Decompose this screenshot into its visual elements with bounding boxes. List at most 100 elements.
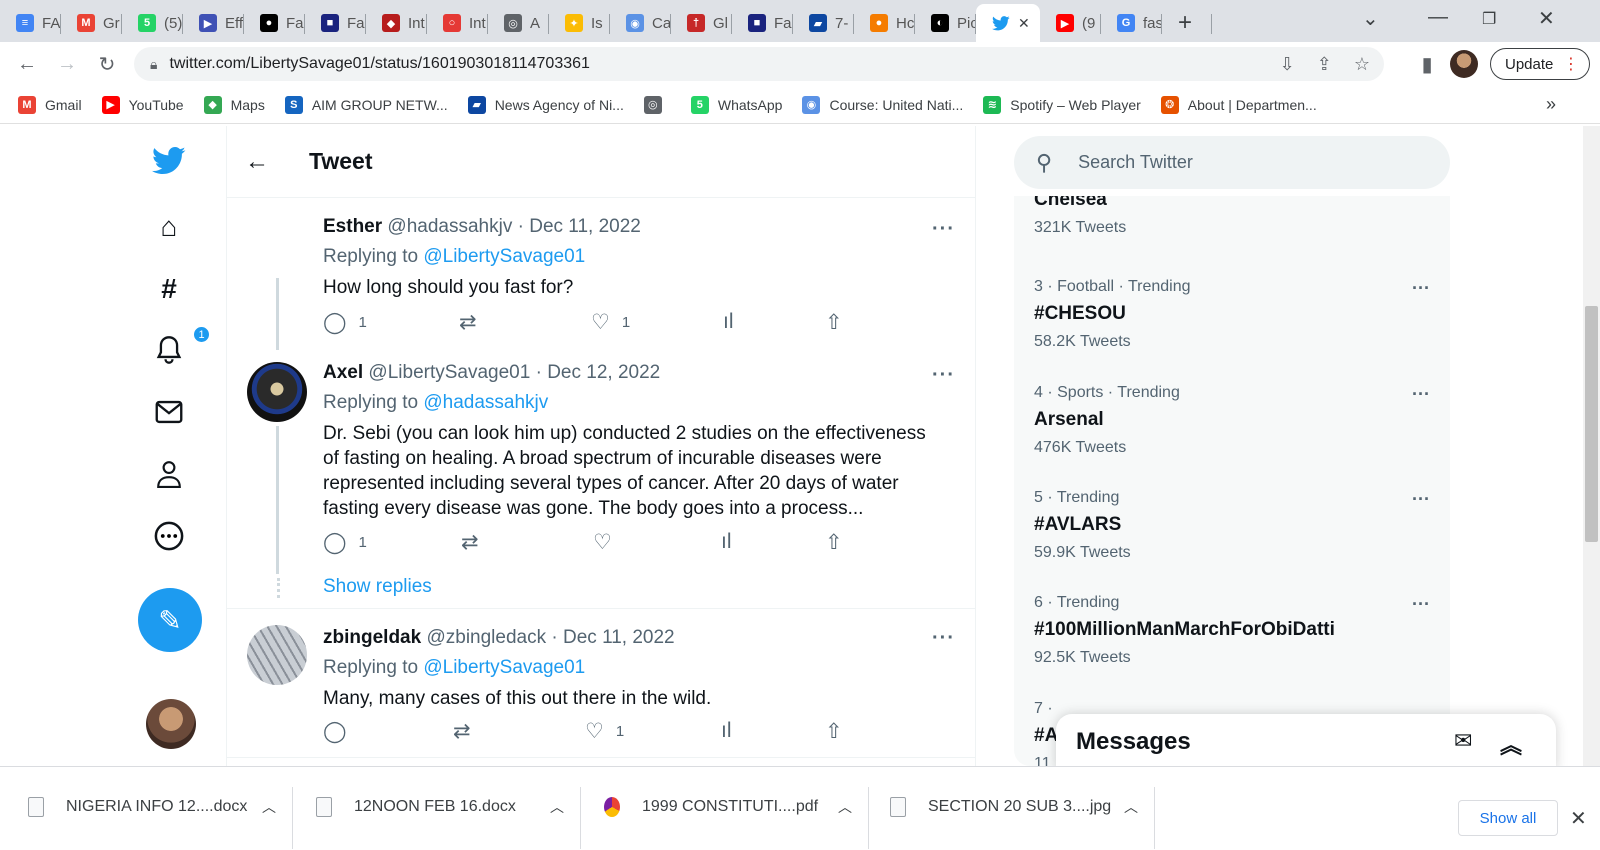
bookmark-item[interactable]: ❂ About | Departmen...: [1160, 95, 1317, 114]
address-bar[interactable]: 🔒︎ twitter.com/LibertySavage01/status/16…: [134, 47, 1384, 81]
install-icon[interactable]: ⇩: [1280, 54, 1295, 75]
views-button[interactable]: ıl: [721, 530, 732, 554]
bookmark-item[interactable]: ▶ YouTube: [101, 95, 184, 114]
tab-search-chevron-icon[interactable]: ⌄: [1362, 6, 1379, 31]
twitter-bird-icon[interactable]: [152, 144, 186, 178]
bookmark-item[interactable]: ◆ Maps: [203, 95, 265, 114]
messages-envelope-icon[interactable]: [152, 395, 186, 429]
chevron-up-icon[interactable]: ︿: [838, 797, 852, 817]
trend-item[interactable]: Chelsea 321K Tweets: [1034, 196, 1430, 237]
browser-tab[interactable]: ▰ 7-: [793, 4, 854, 42]
trend-item[interactable]: 3 · Football · Trending #CHESOU 58.2K Twee…: [1034, 278, 1430, 351]
like-button[interactable]: ♡ 1: [591, 310, 630, 335]
browser-tab[interactable]: M Gr: [61, 4, 122, 42]
back-arrow-icon[interactable]: ←: [8, 45, 46, 83]
browser-tab-active[interactable]: ✕: [976, 4, 1040, 42]
new-tab-button[interactable]: +: [1162, 4, 1212, 42]
browser-tab[interactable]: ≡ FA: [0, 4, 61, 42]
retweet-button[interactable]: ⇄: [461, 530, 479, 555]
trend-more-icon[interactable]: ···: [1412, 278, 1430, 299]
display-name[interactable]: Esther: [323, 216, 382, 237]
profile-person-icon[interactable]: [152, 457, 186, 491]
bookmark-item[interactable]: 5 WhatsApp: [690, 95, 782, 114]
reply-tweet-axel[interactable]: Axel @LibertySavage01 · Dec 12, 2022 Rep…: [227, 346, 975, 608]
timestamp[interactable]: Dec 12, 2022: [547, 362, 660, 383]
views-button[interactable]: ıl: [721, 719, 732, 743]
reply-tweet-zbingeldak[interactable]: zbingeldak @zbingledack · Dec 11, 2022 R…: [227, 608, 975, 758]
avatar[interactable]: F: [247, 214, 307, 274]
avatar[interactable]: [247, 362, 307, 422]
explore-hashtag-icon[interactable]: #: [152, 272, 186, 306]
reload-icon[interactable]: ↻: [88, 45, 126, 83]
bookmark-item[interactable]: M Gmail: [18, 95, 82, 114]
trend-more-icon[interactable]: ···: [1412, 489, 1430, 510]
url-text[interactable]: twitter.com/LibertySavage01/status/16019…: [169, 55, 589, 73]
tweet-more-icon[interactable]: ···: [932, 364, 955, 387]
views-button[interactable]: ıl: [723, 310, 734, 334]
avatar[interactable]: [247, 625, 307, 685]
collapse-up-icon[interactable]: ︽: [1500, 728, 1522, 760]
browser-tab[interactable]: ● Fa: [244, 4, 305, 42]
display-name[interactable]: zbingeldak: [323, 627, 421, 648]
profile-avatar[interactable]: [1450, 50, 1478, 78]
home-icon[interactable]: ⌂: [152, 210, 186, 244]
replying-to-link[interactable]: @LibertySavage01: [423, 657, 585, 678]
search-twitter-input[interactable]: ⚲ Search Twitter: [1014, 136, 1450, 189]
bookmark-item[interactable]: ≋ Spotify – Web Player: [983, 95, 1141, 114]
bookmark-item[interactable]: ◎: [643, 95, 671, 114]
bookmark-star-icon[interactable]: ☆: [1354, 54, 1370, 75]
download-item[interactable]: SECTION 20 SUB 3....jpg ︿: [890, 785, 1138, 829]
account-avatar[interactable]: [146, 699, 196, 749]
share-button[interactable]: ⇧: [825, 719, 843, 744]
browser-tab[interactable]: 5 (5): [122, 4, 183, 42]
browser-tab[interactable]: † Gl: [671, 4, 732, 42]
bookmark-item[interactable]: S AIM GROUP NETW...: [284, 95, 448, 114]
show-all-button[interactable]: Show all: [1458, 800, 1558, 836]
browser-tab[interactable]: ○ Int: [427, 4, 488, 42]
download-item[interactable]: NIGERIA INFO 12....docx ︿: [28, 785, 276, 829]
side-panel-icon[interactable]: ▮: [1408, 45, 1446, 83]
retweet-button[interactable]: ⇄: [453, 719, 471, 744]
bookmark-item[interactable]: ◉ Course: United Nati...: [802, 95, 963, 114]
new-message-icon[interactable]: ✉: [1454, 728, 1472, 754]
share-button[interactable]: ⇧: [825, 530, 843, 555]
browser-tab[interactable]: ✦ Is: [549, 4, 610, 42]
trend-item[interactable]: 5 · Trending #AVLARS 59.9K Tweets ···: [1034, 489, 1430, 562]
handle[interactable]: @hadassahkjv: [387, 216, 512, 237]
reply-tweet-esther[interactable]: F Esther @hadassahkjv · Dec 11, 2022 Rep…: [227, 198, 975, 350]
notifications-bell-icon[interactable]: 1: [152, 325, 211, 367]
timestamp[interactable]: Dec 11, 2022: [563, 627, 675, 648]
chevron-up-icon[interactable]: ︿: [1124, 797, 1138, 817]
trend-item[interactable]: 6 · Trending #100MillionManMarchForObiDat…: [1034, 594, 1430, 667]
forward-arrow-icon[interactable]: →: [48, 45, 86, 83]
scrollbar-thumb[interactable]: [1585, 306, 1598, 542]
trend-more-icon[interactable]: ···: [1412, 594, 1430, 615]
close-downloads-icon[interactable]: ✕: [1570, 806, 1587, 831]
retweet-button[interactable]: ⇄: [459, 310, 477, 335]
browser-tab[interactable]: ◆ Int: [366, 4, 427, 42]
browser-tab[interactable]: ▶ (9: [1040, 4, 1101, 42]
reply-button[interactable]: ◯ 1: [323, 530, 367, 555]
like-button[interactable]: ♡ 1: [585, 719, 624, 744]
window-close-button[interactable]: ✕: [1538, 6, 1555, 31]
handle[interactable]: @zbingledack: [426, 627, 546, 648]
more-options-circle-icon[interactable]: [152, 519, 186, 553]
tweet-more-icon[interactable]: ···: [932, 627, 955, 650]
bookmark-item[interactable]: ▰ News Agency of Ni...: [467, 95, 624, 114]
timestamp[interactable]: Dec 11, 2022: [529, 216, 641, 237]
trend-item[interactable]: 4 · Sports · Trending Arsenal 476K Tweets ·…: [1034, 384, 1430, 457]
browser-tab[interactable]: ◉ Ca: [610, 4, 671, 42]
trend-more-icon[interactable]: ···: [1412, 384, 1430, 405]
update-button[interactable]: Update ⋮: [1490, 48, 1590, 80]
compose-tweet-button[interactable]: ✎: [138, 588, 202, 652]
browser-tab[interactable]: ◐ Pic: [915, 4, 976, 42]
chevron-up-icon[interactable]: ︿: [550, 797, 564, 817]
browser-tab[interactable]: ■ Fa: [732, 4, 793, 42]
replying-to-link[interactable]: @LibertySavage01: [423, 246, 585, 267]
replying-to-link[interactable]: @hadassahkjv: [423, 392, 548, 413]
browser-tab[interactable]: ● Hc: [854, 4, 915, 42]
browser-tab[interactable]: ■ Fa: [305, 4, 366, 42]
like-button[interactable]: ♡: [593, 530, 612, 555]
bookmarks-overflow-icon[interactable]: »: [1546, 94, 1556, 115]
tweet-more-icon[interactable]: ···: [932, 218, 955, 241]
